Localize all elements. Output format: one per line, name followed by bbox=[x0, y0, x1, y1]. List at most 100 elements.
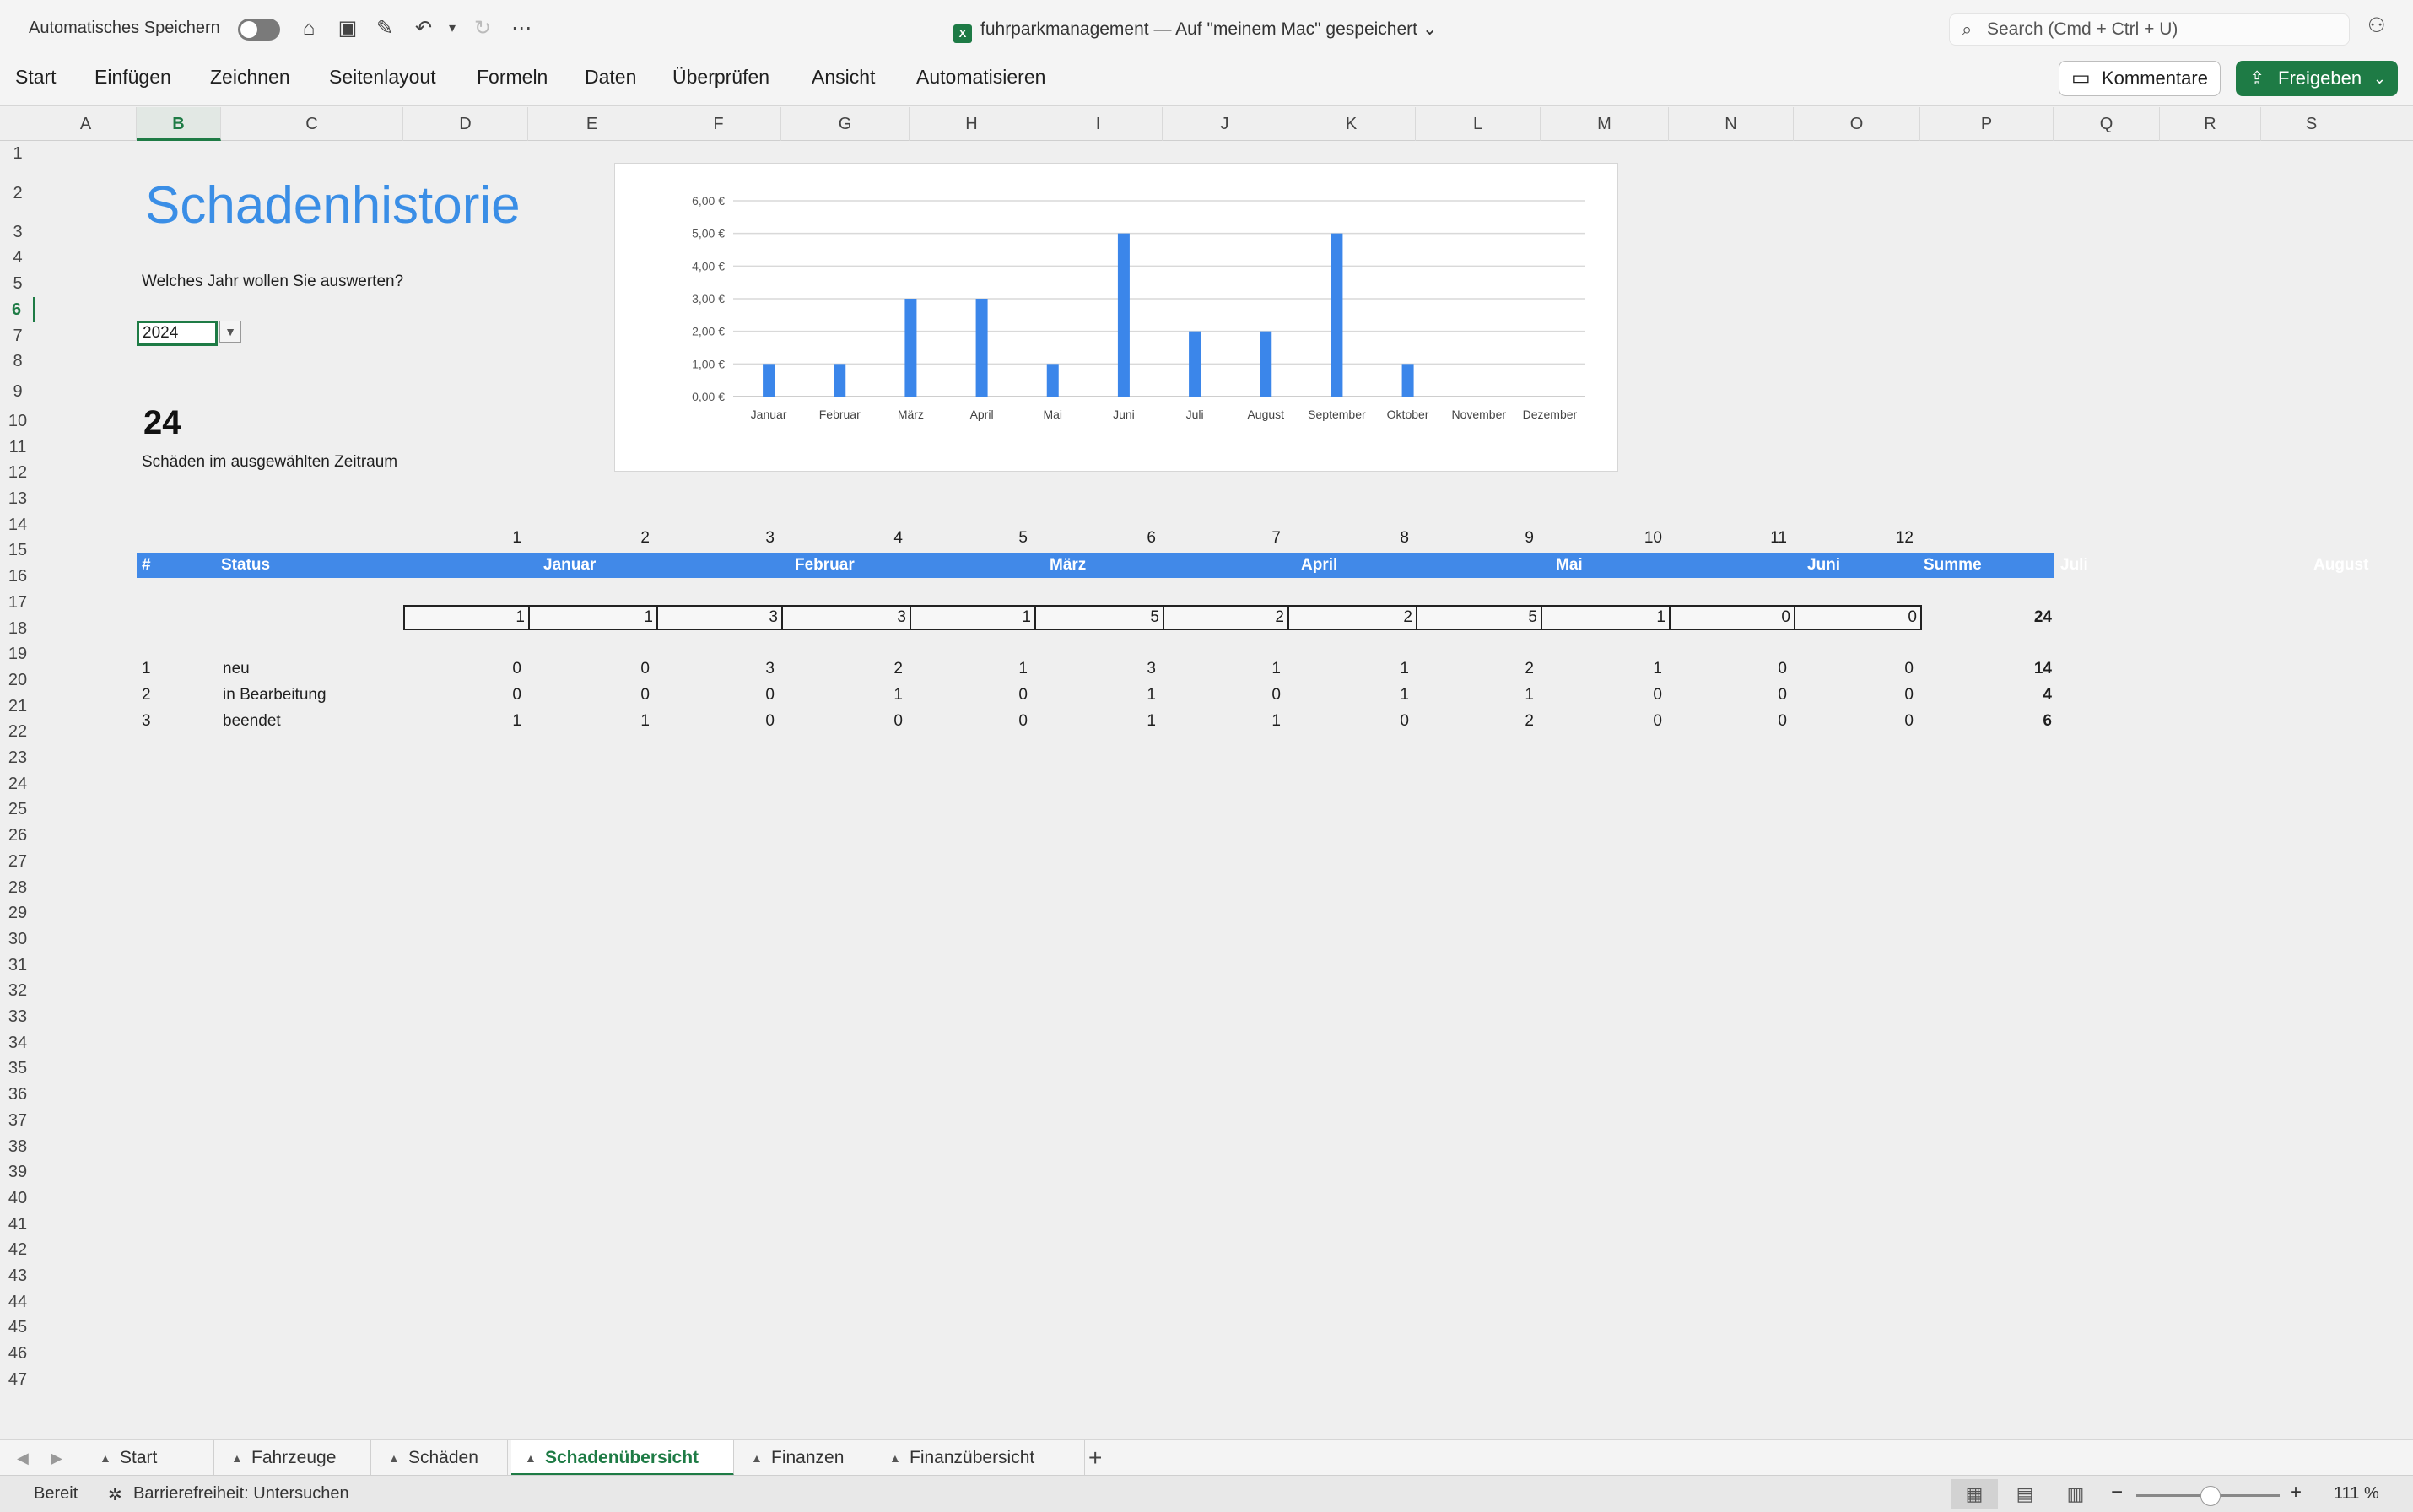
menu-ueberpruefen[interactable]: Überprüfen bbox=[672, 66, 769, 89]
row-header-18[interactable]: 18 bbox=[0, 616, 35, 642]
share-button[interactable]: ⇪ Freigeben ⌄ bbox=[2236, 61, 2398, 96]
bar-juni[interactable] bbox=[1117, 233, 1130, 397]
row-header-23[interactable]: 23 bbox=[0, 745, 35, 771]
account-share-icon[interactable]: ⚇ bbox=[2367, 14, 2386, 38]
save-icon[interactable]: ▣ bbox=[334, 15, 361, 42]
row-header-3[interactable]: 3 bbox=[0, 219, 35, 246]
menu-seitenlayout[interactable]: Seitenlayout bbox=[329, 66, 436, 89]
row-header-33[interactable]: 33 bbox=[0, 1004, 35, 1030]
column-header-n[interactable]: N bbox=[1669, 107, 1794, 141]
row-header-39[interactable]: 39 bbox=[0, 1159, 35, 1185]
accessibility-icon[interactable]: ✲ bbox=[108, 1484, 122, 1505]
row-header-41[interactable]: 41 bbox=[0, 1212, 35, 1238]
year-select-cell[interactable]: 2024 bbox=[137, 321, 218, 346]
column-header-h[interactable]: H bbox=[910, 107, 1034, 141]
accessibility-status[interactable]: Barrierefreiheit: Untersuchen bbox=[133, 1484, 349, 1504]
zoom-in-icon[interactable]: + bbox=[2290, 1481, 2302, 1504]
row-header-15[interactable]: 15 bbox=[0, 537, 35, 564]
row-header-40[interactable]: 40 bbox=[0, 1185, 35, 1212]
home-icon[interactable]: ⌂ bbox=[295, 15, 322, 42]
tab-finanz-bersicht[interactable]: ▲ Finanzübersicht bbox=[876, 1440, 1085, 1476]
menu-daten[interactable]: Daten bbox=[585, 66, 636, 89]
tab-scroll-right-icon[interactable]: ▶ bbox=[51, 1440, 62, 1476]
menu-zeichnen[interactable]: Zeichnen bbox=[210, 66, 290, 89]
column-header-k[interactable]: K bbox=[1287, 107, 1416, 141]
menu-automatisieren[interactable]: Automatisieren bbox=[916, 66, 1045, 89]
menu-formeln[interactable]: Formeln bbox=[477, 66, 548, 89]
column-header-p[interactable]: P bbox=[1920, 107, 2054, 141]
total-cell[interactable]: 3 bbox=[656, 605, 783, 630]
row-header-24[interactable]: 24 bbox=[0, 771, 35, 797]
worksheet[interactable]: ABCDEFGHIJKLMNOPQRS 1 2 3 4 5 6 7 8 9 10 11 12 13 14 1… bbox=[0, 107, 2413, 1440]
tab-start[interactable]: ▲ Start bbox=[86, 1440, 214, 1476]
row-header-30[interactable]: 30 bbox=[0, 926, 35, 953]
row-header-37[interactable]: 37 bbox=[0, 1108, 35, 1134]
row-header-11[interactable]: 11 bbox=[0, 435, 35, 461]
tab-scroll-left-icon[interactable]: ◀ bbox=[17, 1440, 29, 1476]
undo-icon[interactable]: ↶ bbox=[410, 15, 437, 42]
total-cell[interactable]: 0 bbox=[1794, 605, 1922, 630]
column-header-d[interactable]: D bbox=[403, 107, 528, 141]
row-header-38[interactable]: 38 bbox=[0, 1134, 35, 1160]
row-header-45[interactable]: 45 bbox=[0, 1315, 35, 1341]
row-header-46[interactable]: 46 bbox=[0, 1341, 35, 1367]
tab-finanzen[interactable]: ▲ Finanzen bbox=[737, 1440, 872, 1476]
tab-schaden-bersicht[interactable]: ▲ Schadenübersicht bbox=[511, 1440, 734, 1476]
add-sheet-icon[interactable]: + bbox=[1088, 1440, 1102, 1476]
year-dropdown-icon[interactable]: ▼ bbox=[219, 321, 241, 343]
row-header-43[interactable]: 43 bbox=[0, 1263, 35, 1289]
row-header-9[interactable]: 9 bbox=[0, 375, 35, 408]
row-header-29[interactable]: 29 bbox=[0, 900, 35, 926]
row-header-17[interactable]: 17 bbox=[0, 590, 35, 616]
row-header-28[interactable]: 28 bbox=[0, 875, 35, 901]
column-header-g[interactable]: G bbox=[781, 107, 910, 141]
row-header-8[interactable]: 8 bbox=[0, 348, 35, 375]
row-header-42[interactable]: 42 bbox=[0, 1237, 35, 1263]
row-header-13[interactable]: 13 bbox=[0, 486, 35, 512]
row-header-27[interactable]: 27 bbox=[0, 849, 35, 875]
row-header-1[interactable]: 1 bbox=[0, 141, 35, 167]
bar-april[interactable] bbox=[975, 299, 988, 397]
row-header-44[interactable]: 44 bbox=[0, 1289, 35, 1315]
row-header-32[interactable]: 32 bbox=[0, 978, 35, 1004]
column-header-i[interactable]: I bbox=[1034, 107, 1163, 141]
bar-august[interactable] bbox=[1260, 331, 1272, 397]
document-title[interactable]: Xfuhrparkmanagement — Auf "meinem Mac" g… bbox=[953, 19, 1437, 43]
total-cell[interactable]: 5 bbox=[1034, 605, 1164, 630]
row-header-6[interactable]: 6 bbox=[0, 296, 35, 323]
save-as-icon[interactable]: ✎ bbox=[371, 15, 398, 42]
undo-dropdown-icon[interactable]: ▾ bbox=[439, 15, 466, 42]
column-header-f[interactable]: F bbox=[656, 107, 781, 141]
bar-februar[interactable] bbox=[834, 364, 846, 397]
row-header-26[interactable]: 26 bbox=[0, 823, 35, 849]
normal-view-icon[interactable]: ▦ bbox=[1951, 1479, 1998, 1509]
column-header-q[interactable]: Q bbox=[2054, 107, 2160, 141]
tab-fahrzeuge[interactable]: ▲ Fahrzeuge bbox=[218, 1440, 371, 1476]
column-header-e[interactable]: E bbox=[528, 107, 656, 141]
total-cell[interactable]: 5 bbox=[1416, 605, 1542, 630]
row-header-10[interactable]: 10 bbox=[0, 408, 35, 435]
column-header-b[interactable]: B bbox=[137, 107, 221, 141]
row-header-12[interactable]: 12 bbox=[0, 460, 35, 486]
damage-chart[interactable]: 0,00 € 1,00 € 2,00 € 3,00 € 4,00 € 5,00 € 6,00… bbox=[614, 163, 1618, 472]
menu-einfuegen[interactable]: Einfügen bbox=[94, 66, 171, 89]
bar-januar[interactable] bbox=[763, 364, 775, 397]
zoom-level[interactable]: 111 % bbox=[2334, 1484, 2379, 1504]
column-header-o[interactable]: O bbox=[1794, 107, 1920, 141]
page-break-view-icon[interactable]: ▥ bbox=[2052, 1479, 2099, 1509]
page-layout-view-icon[interactable]: ▤ bbox=[2001, 1479, 2049, 1509]
bar-märz[interactable] bbox=[904, 299, 917, 397]
total-cell[interactable]: 0 bbox=[1669, 605, 1795, 630]
column-header-m[interactable]: M bbox=[1541, 107, 1669, 141]
tab-sch-den[interactable]: ▲ Schäden bbox=[375, 1440, 508, 1476]
column-header-l[interactable]: L bbox=[1416, 107, 1541, 141]
row-header-25[interactable]: 25 bbox=[0, 796, 35, 823]
row-header-31[interactable]: 31 bbox=[0, 953, 35, 979]
row-header-35[interactable]: 35 bbox=[0, 1056, 35, 1082]
total-cell[interactable]: 1 bbox=[528, 605, 658, 630]
row-header-34[interactable]: 34 bbox=[0, 1030, 35, 1056]
total-cell[interactable]: 1 bbox=[1541, 605, 1671, 630]
bar-juli[interactable] bbox=[1189, 331, 1201, 397]
more-icon[interactable]: ⋯ bbox=[508, 15, 535, 42]
total-cell[interactable]: 1 bbox=[910, 605, 1036, 630]
